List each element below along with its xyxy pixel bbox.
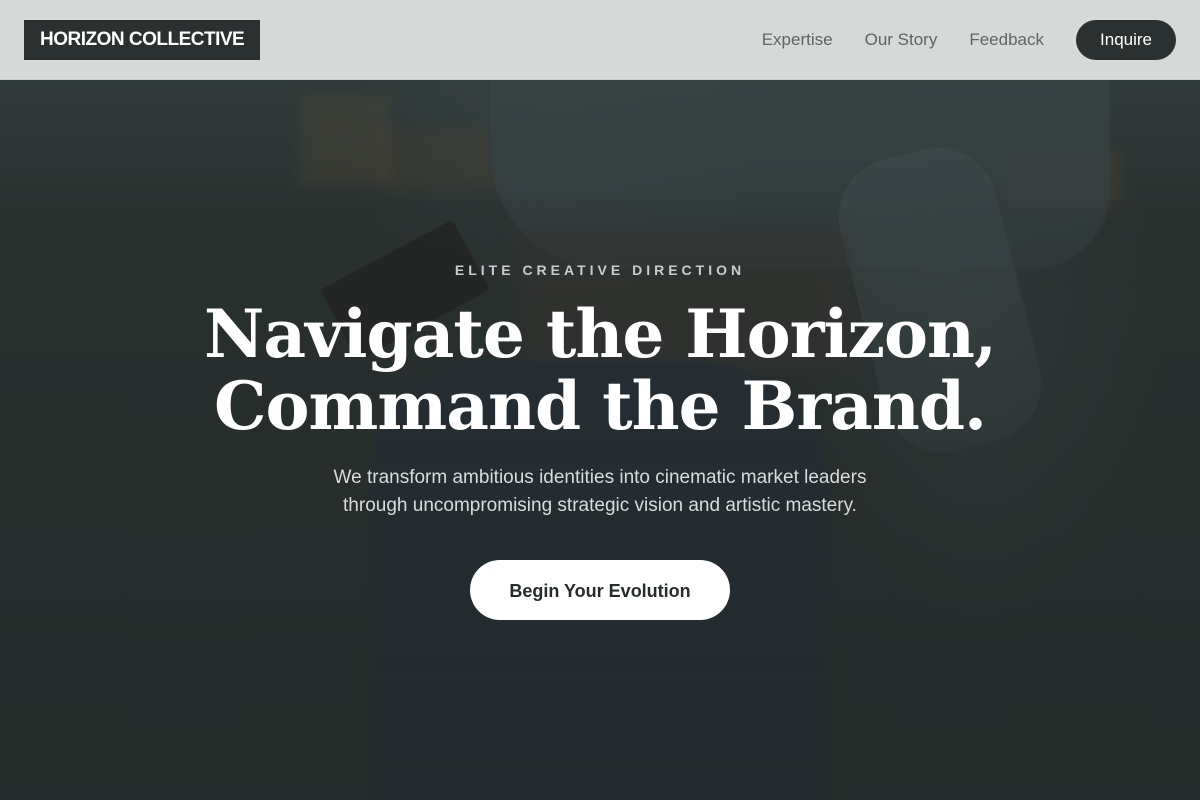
hero-section: ELITE CREATIVE DIRECTION Navigate the Ho… — [0, 0, 1200, 800]
hero-headline: Navigate the Horizon, Command the Brand. — [100, 298, 1100, 442]
hero-subtext-line-2: through uncompromising strategic vision … — [343, 495, 857, 516]
hero-subtext: We transform ambitious identities into c… — [270, 464, 930, 520]
hero-headline-line-2: Command the Brand. — [214, 367, 987, 445]
hero-subtext-line-1: We transform ambitious identities into c… — [333, 467, 867, 488]
hero-eyebrow: ELITE CREATIVE DIRECTION — [454, 262, 746, 278]
begin-evolution-button[interactable]: Begin Your Evolution — [470, 560, 730, 620]
hero-headline-line-1: Navigate the Horizon, — [203, 295, 997, 373]
